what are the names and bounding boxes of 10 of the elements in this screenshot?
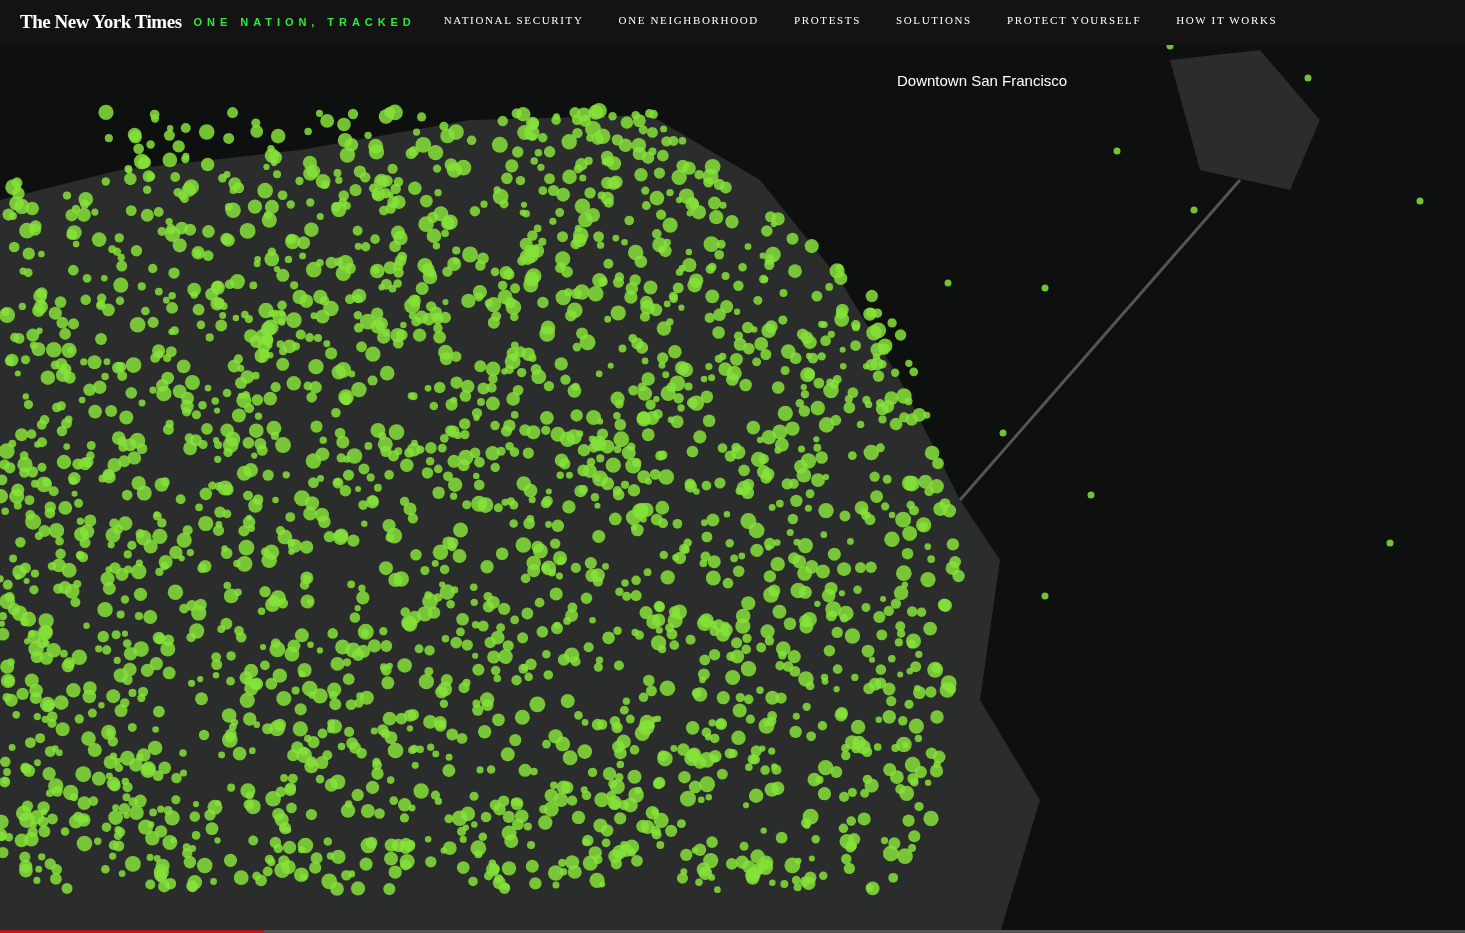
- nav-link[interactable]: NATIONAL SECURITY: [443, 12, 584, 33]
- nav-link[interactable]: ONE NEIGHBORHOOD: [618, 12, 759, 33]
- nav-link[interactable]: PROTECT YOURSELF: [1006, 12, 1142, 33]
- nav-link[interactable]: PROTESTS: [793, 12, 861, 33]
- map-label: Downtown San Francisco: [897, 71, 1068, 91]
- series-title[interactable]: ONE NATION, TRACKED: [193, 14, 416, 31]
- video-progress-track[interactable]: [0, 930, 1465, 933]
- site-logo[interactable]: The New York Times: [20, 8, 182, 37]
- nav-link[interactable]: SOLUTIONS: [895, 12, 972, 33]
- nav-link[interactable]: HOW IT WORKS: [1176, 12, 1278, 33]
